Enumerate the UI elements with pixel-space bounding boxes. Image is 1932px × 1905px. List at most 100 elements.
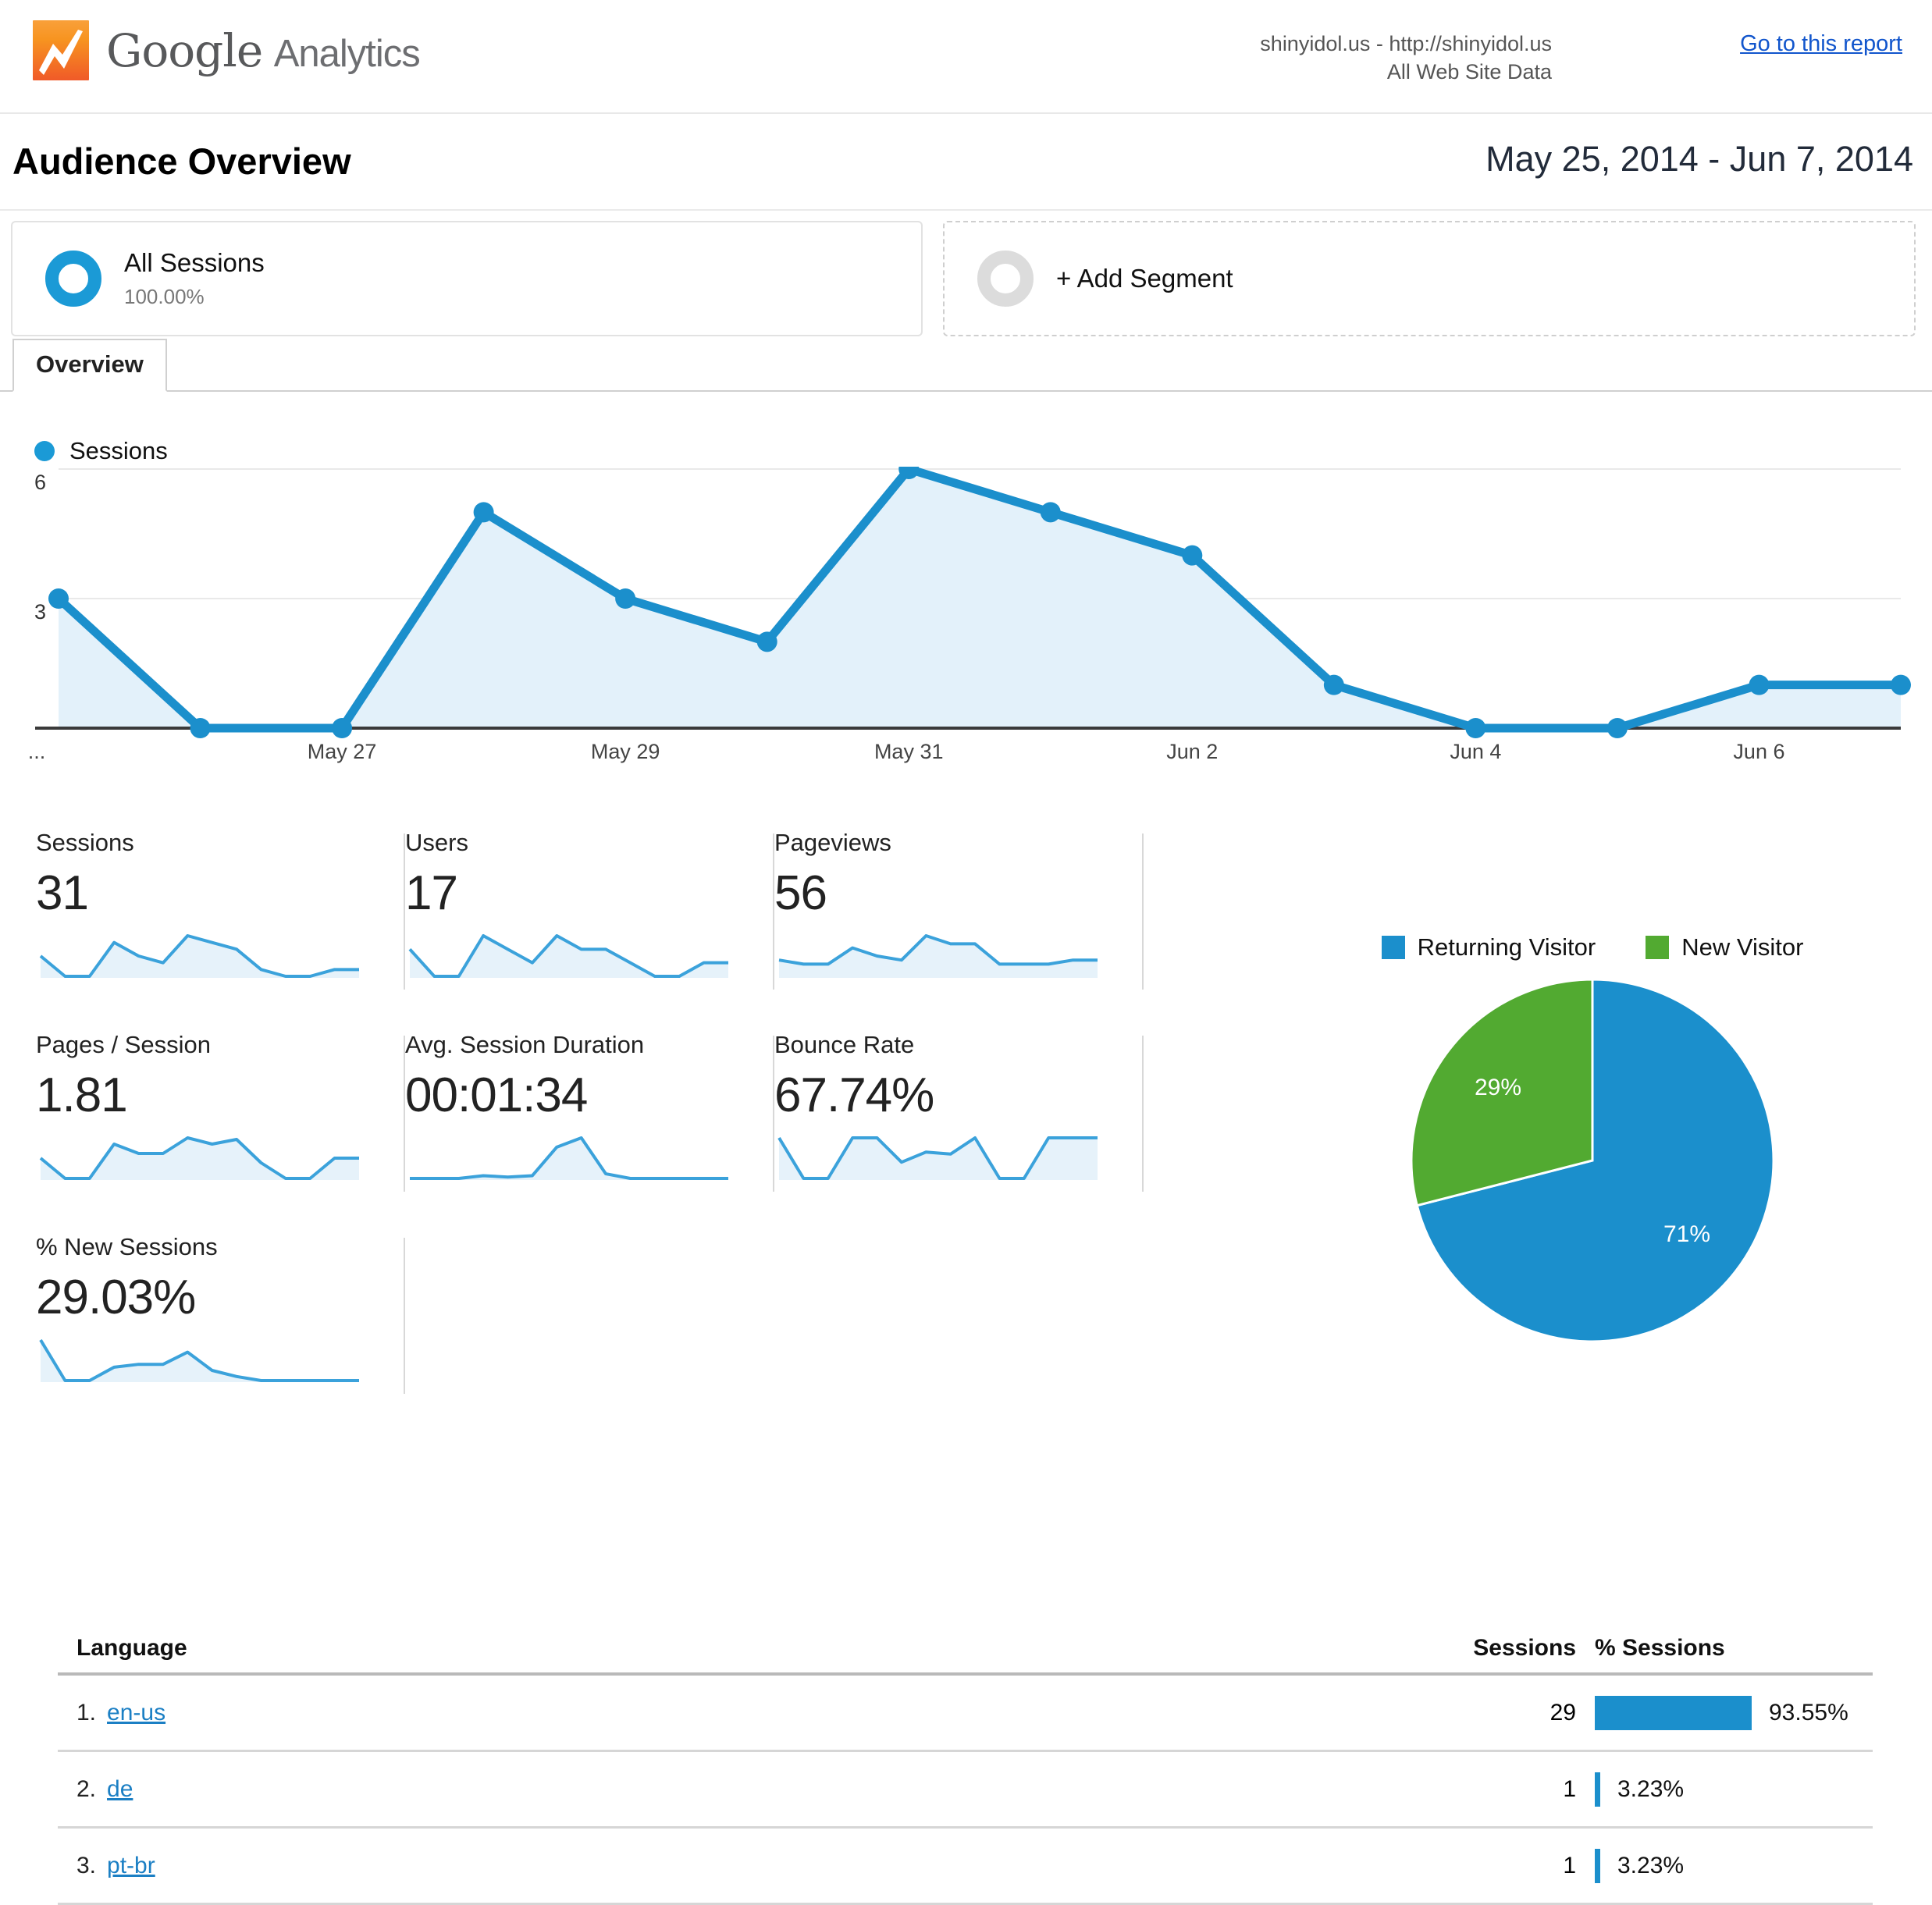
metric-label: Pageviews bbox=[774, 829, 891, 856]
logo-google-text: Google bbox=[106, 23, 263, 77]
metric-sparkline bbox=[408, 934, 728, 979]
metric-sparkline bbox=[39, 1136, 359, 1181]
pie-legend-swatch-returning-icon bbox=[1381, 936, 1405, 959]
metric-value: 00:01:34 bbox=[405, 1068, 588, 1122]
add-segment-button[interactable]: + Add Segment bbox=[943, 221, 1916, 336]
site-view-name: All Web Site Data bbox=[1386, 60, 1552, 84]
metric-value: 1.81 bbox=[36, 1068, 128, 1122]
pct-sessions-bar bbox=[1595, 1695, 1752, 1730]
add-segment-donut-icon bbox=[977, 251, 1034, 307]
add-segment-label: + Add Segment bbox=[1056, 264, 1233, 293]
pie-legend-item-new[interactable]: New Visitor bbox=[1646, 933, 1803, 961]
language-link[interactable]: en-us bbox=[107, 1700, 165, 1726]
cell-pct-sessions: 3.23% bbox=[1576, 1848, 1873, 1883]
metric-label: Avg. Session Duration bbox=[405, 1031, 645, 1058]
segment-all-sessions[interactable]: All Sessions 100.00% bbox=[11, 221, 923, 336]
pct-sessions-value: 3.23% bbox=[1617, 1775, 1685, 1802]
row-rank: 1. bbox=[76, 1699, 97, 1726]
visitor-type-pie-section: Returning Visitor New Visitor 71% 29% bbox=[1272, 933, 1912, 1344]
title-row: Audience Overview May 25, 2014 - Jun 7, … bbox=[0, 114, 1932, 209]
metric-value: 17 bbox=[405, 866, 458, 920]
chart-x-tick: May 29 bbox=[590, 740, 660, 763]
segment-row: All Sessions 100.00% + Add Segment bbox=[0, 209, 1932, 336]
metric-row: Pages / Session 1.81 Avg. Session Duration… bbox=[36, 1031, 1144, 1233]
metric-card-avg-session-duration[interactable]: Avg. Session Duration 00:01:34 bbox=[405, 1031, 774, 1233]
chart-y-tick: 3 bbox=[34, 600, 47, 624]
column-header-sessions[interactable]: Sessions bbox=[1381, 1635, 1576, 1662]
chart-legend: Sessions bbox=[34, 437, 168, 465]
logo-analytics-text: Analytics bbox=[273, 32, 421, 75]
pct-sessions-bar bbox=[1595, 1772, 1600, 1807]
row-rank: 2. bbox=[76, 1775, 97, 1802]
metric-card-bounce-rate[interactable]: Bounce Rate 67.74% bbox=[774, 1031, 1144, 1233]
metric-sparkline bbox=[777, 1136, 1098, 1181]
language-link[interactable]: pt-br bbox=[107, 1853, 155, 1878]
metric-card-pages-session[interactable]: Pages / Session 1.81 bbox=[36, 1031, 405, 1233]
metric-value: 56 bbox=[774, 866, 827, 920]
logo-wordmark: Google Analytics bbox=[106, 23, 421, 77]
go-to-report-link[interactable]: Go to this report bbox=[1740, 31, 1902, 57]
metric-card-new-sessions[interactable]: % New Sessions 29.03% bbox=[36, 1233, 405, 1435]
metric-value: 31 bbox=[36, 866, 89, 920]
metric-sparkline bbox=[778, 934, 1098, 979]
cell-language: 3. pt-br bbox=[58, 1853, 1381, 1879]
cell-pct-sessions: 3.23% bbox=[1576, 1772, 1873, 1807]
sessions-chart-section: Sessions 36 ... May 27 May 29 May 31 Jun 2 Ju… bbox=[0, 437, 1932, 787]
page-title: Audience Overview bbox=[12, 140, 351, 182]
legend-sessions-dot-icon bbox=[34, 441, 55, 461]
chart-x-axis: ... May 27 May 29 May 31 Jun 2 Jun 4 Jun 6 bbox=[0, 740, 1932, 779]
segment-percentage: 100.00% bbox=[124, 284, 205, 308]
metric-sparkline bbox=[39, 934, 359, 979]
chart-x-tick: Jun 4 bbox=[1450, 740, 1502, 763]
pie-slice-label: 71% bbox=[1663, 1221, 1710, 1247]
metric-card-users[interactable]: Users 17 bbox=[405, 829, 774, 1031]
metric-sparkline bbox=[410, 1136, 728, 1181]
metric-row: Sessions 31 Users 17 Pageviews 56 bbox=[36, 829, 1144, 1031]
chart-x-tick: May 27 bbox=[307, 740, 377, 763]
pie-legend-swatch-new-icon bbox=[1646, 936, 1670, 959]
table-row[interactable]: 3. pt-br 1 3.23% bbox=[58, 1829, 1873, 1905]
segment-name: All Sessions bbox=[124, 248, 265, 278]
chart-x-tick: May 31 bbox=[873, 740, 944, 763]
chart-y-tick: 6 bbox=[34, 471, 47, 494]
metric-sparkline bbox=[39, 1339, 359, 1383]
sessions-line-chart[interactable]: 36 bbox=[0, 459, 1932, 787]
tab-strip: Overview bbox=[0, 339, 1932, 392]
date-range[interactable]: May 25, 2014 - Jun 7, 2014 bbox=[1485, 139, 1913, 179]
table-row[interactable]: 1. en-us 29 93.55% bbox=[58, 1676, 1873, 1752]
site-url: shinyidol.us - http://shinyidol.us bbox=[1260, 32, 1552, 55]
metric-label: Bounce Rate bbox=[774, 1031, 915, 1058]
cell-pct-sessions: 93.55% bbox=[1576, 1695, 1873, 1730]
pie-legend-item-returning[interactable]: Returning Visitor bbox=[1381, 933, 1596, 961]
language-table-body: 1. en-us 29 93.55% 2. de 1 3.23% 3. pt-br 1 3.23% bbox=[58, 1676, 1873, 1905]
pie-chart-wrapper: 71% 29% bbox=[1272, 977, 1912, 1344]
column-header-language[interactable]: Language bbox=[58, 1635, 1381, 1662]
language-link[interactable]: de bbox=[107, 1776, 133, 1802]
cell-language: 1. en-us bbox=[58, 1700, 1381, 1726]
metric-value: 67.74% bbox=[774, 1068, 934, 1122]
google-analytics-logo: Google Analytics bbox=[33, 20, 421, 80]
table-row[interactable]: 2. de 1 3.23% bbox=[58, 1752, 1873, 1829]
tab-overview[interactable]: Overview bbox=[12, 339, 167, 392]
metric-label: Sessions bbox=[36, 829, 134, 856]
metric-card-pageviews[interactable]: Pageviews 56 bbox=[774, 829, 1144, 1031]
metric-label: Pages / Session bbox=[36, 1031, 212, 1058]
chart-x-tick: Jun 6 bbox=[1733, 740, 1785, 763]
analytics-mark-icon bbox=[33, 20, 89, 80]
column-header-pct-sessions[interactable]: % Sessions bbox=[1576, 1635, 1873, 1662]
legend-sessions-label: Sessions bbox=[69, 437, 168, 464]
cell-sessions: 29 bbox=[1550, 1699, 1576, 1726]
pie-slice-label: 29% bbox=[1475, 1075, 1521, 1100]
top-bar: Google Analytics shinyidol.us - http://s… bbox=[0, 0, 1932, 114]
pct-sessions-value: 3.23% bbox=[1617, 1852, 1685, 1878]
pie-legend-label-new: New Visitor bbox=[1681, 933, 1804, 961]
metric-row: % New Sessions 29.03% bbox=[36, 1233, 1144, 1435]
segment-donut-icon bbox=[45, 251, 101, 307]
pie-legend: Returning Visitor New Visitor bbox=[1272, 933, 1912, 961]
pct-sessions-value: 93.55% bbox=[1769, 1699, 1848, 1726]
language-table: Language Sessions % Sessions 1. en-us 29 93… bbox=[58, 1635, 1873, 1905]
cell-sessions: 1 bbox=[1563, 1852, 1576, 1878]
metric-grid: Sessions 31 Users 17 Pageviews 56 Pages / Sess… bbox=[36, 829, 1144, 1435]
metric-card-sessions[interactable]: Sessions 31 bbox=[36, 829, 405, 1031]
visitor-pie-chart[interactable]: 71% 29% bbox=[1409, 977, 1776, 1344]
